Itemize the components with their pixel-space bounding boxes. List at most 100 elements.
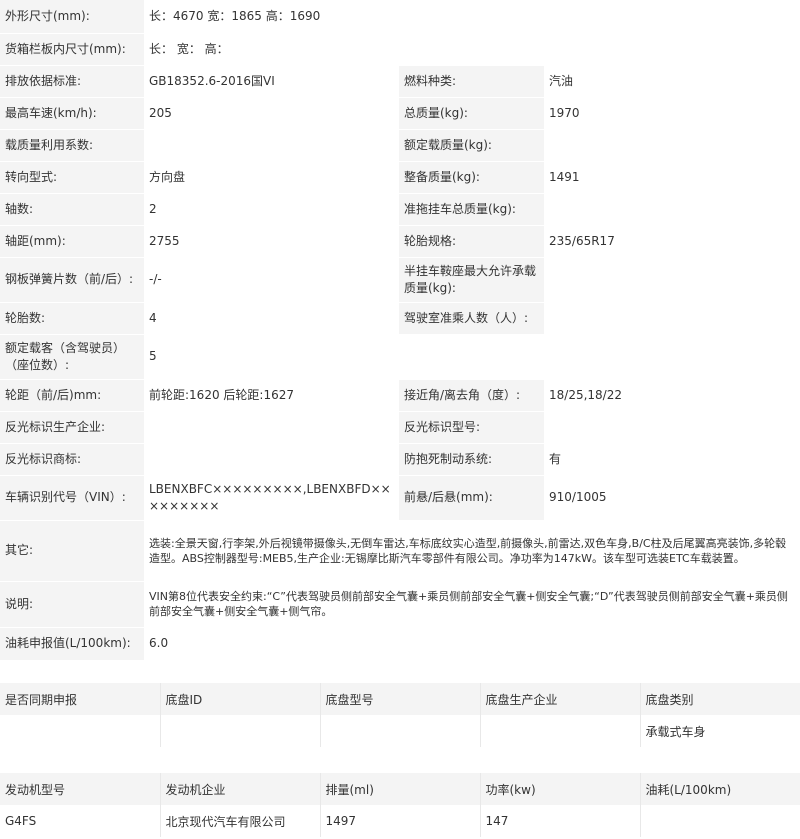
- chassis-header-id: 底盘ID: [160, 683, 321, 715]
- other-value: 选装:全景天窗,行李架,外后视镜带摄像头,无倒车雷达,车标底纹实心造型,前摄像头…: [144, 520, 800, 582]
- track-value: 前轮距:1620 后轮距:1627: [144, 379, 399, 412]
- reflector-model-label: 反光标识型号:: [399, 411, 544, 444]
- track-label: 轮距（前/后)mm:: [0, 379, 144, 412]
- curb-mass-label: 整备质量(kg):: [399, 161, 544, 194]
- engine-header-model: 发动机型号: [0, 773, 161, 805]
- wheelbase-label: 轴距(mm):: [0, 225, 144, 258]
- spec-row-tire-count: 轮胎数: 4 驾驶室准乘人数（人）:: [0, 302, 800, 335]
- tire-spec-value: 235/65R17: [544, 225, 800, 258]
- angles-value: 18/25,18/22: [544, 379, 800, 412]
- chassis-cell-concurrent: [0, 715, 161, 747]
- tire-count-value: 4: [144, 302, 399, 335]
- spec-row-reflector-brand: 反光标识商标: 防抱死制动系统: 有: [0, 443, 800, 476]
- cab-passengers-value: [544, 302, 800, 335]
- chassis-header-row: 是否同期申报 底盘ID 底盘型号 底盘生产企业 底盘类别: [0, 683, 800, 715]
- trailer-mass-value: [544, 193, 800, 226]
- emission-label: 排放依据标准:: [0, 65, 144, 98]
- axles-value: 2: [144, 193, 399, 226]
- spec-row-rated-passengers: 额定载客（含驾驶员）（座位数）: 5: [0, 334, 800, 380]
- leaf-spring-value: -/-: [144, 257, 399, 303]
- engine-cell-displacement: 1497: [320, 805, 481, 837]
- rated-passengers-value: 5: [144, 334, 800, 380]
- reflector-maker-value: [144, 411, 399, 444]
- reflector-model-value: [544, 411, 800, 444]
- dimensions-label: 外形尺寸(mm):: [0, 0, 144, 34]
- other-label: 其它:: [0, 520, 144, 582]
- engine-header-maker: 发动机企业: [160, 773, 321, 805]
- vin-value: LBENXBFC×××××××××,LBENXBFD×××××××××: [144, 475, 399, 521]
- chassis-cell-id: [160, 715, 321, 747]
- max-speed-value: 205: [144, 97, 399, 130]
- curb-mass-value: 1491: [544, 161, 800, 194]
- overhang-label: 前悬/后悬(mm):: [399, 475, 544, 521]
- chassis-cell-model: [320, 715, 481, 747]
- spec-row-dimensions: 外形尺寸(mm): 长：4670 宽：1865 高：1690: [0, 0, 800, 34]
- spec-row-load-util: 载质量利用系数: 额定载质量(kg):: [0, 129, 800, 162]
- load-util-value: [144, 129, 399, 162]
- chassis-header-model: 底盘型号: [320, 683, 481, 715]
- engine-cell-maker: 北京现代汽车有限公司: [160, 805, 321, 837]
- leaf-spring-label: 钢板弹簧片数（前/后）:: [0, 257, 144, 303]
- engine-header-power: 功率(kw): [480, 773, 641, 805]
- chassis-header-maker: 底盘生产企业: [480, 683, 641, 715]
- rated-load-label: 额定载质量(kg):: [399, 129, 544, 162]
- rated-passengers-label: 额定载客（含驾驶员）（座位数）:: [0, 334, 144, 380]
- saddle-load-label: 半挂车鞍座最大允许承载质量(kg):: [399, 257, 544, 303]
- steering-value: 方向盘: [144, 161, 399, 194]
- emission-value: GB18352.6-2016国VI: [144, 65, 399, 98]
- engine-header-row: 发动机型号 发动机企业 排量(ml) 功率(kw) 油耗(L/100km): [0, 773, 800, 805]
- spec-row-axles: 轴数: 2 准拖挂车总质量(kg):: [0, 193, 800, 226]
- chassis-header-type: 底盘类别: [640, 683, 800, 715]
- fuel-type-value: 汽油: [544, 65, 800, 98]
- cargo-box-label: 货箱栏板内尺寸(mm):: [0, 33, 144, 66]
- cargo-box-value: 长： 宽： 高：: [144, 33, 800, 66]
- dimensions-value: 长：4670 宽：1865 高：1690: [144, 0, 800, 34]
- wheelbase-value: 2755: [144, 225, 399, 258]
- abs-label: 防抱死制动系统:: [399, 443, 544, 476]
- angles-label: 接近角/离去角（度）:: [399, 379, 544, 412]
- tire-spec-label: 轮胎规格:: [399, 225, 544, 258]
- spec-row-leaf-spring: 钢板弹簧片数（前/后）: -/- 半挂车鞍座最大允许承载质量(kg):: [0, 257, 800, 303]
- total-mass-label: 总质量(kg):: [399, 97, 544, 130]
- chassis-cell-type: 承载式车身: [640, 715, 800, 747]
- note-label: 说明:: [0, 581, 144, 628]
- fuel-consumption-value: 6.0: [144, 627, 800, 661]
- chassis-table: 是否同期申报 底盘ID 底盘型号 底盘生产企业 底盘类别 承载式车身: [0, 683, 800, 747]
- max-speed-label: 最高车速(km/h):: [0, 97, 144, 130]
- steering-label: 转向型式:: [0, 161, 144, 194]
- spec-row-cargo-box: 货箱栏板内尺寸(mm): 长： 宽： 高：: [0, 33, 800, 66]
- spec-row-emission: 排放依据标准: GB18352.6-2016国VI 燃料种类: 汽油: [0, 65, 800, 98]
- rated-load-value: [544, 129, 800, 162]
- vehicle-spec-table: 外形尺寸(mm): 长：4670 宽：1865 高：1690 货箱栏板内尺寸(m…: [0, 0, 800, 661]
- overhang-value: 910/1005: [544, 475, 800, 521]
- engine-header-consumption: 油耗(L/100km): [640, 773, 800, 805]
- note-value: VIN第8位代表安全约束:“C”代表驾驶员侧前部安全气囊+乘员侧前部安全气囊+侧…: [144, 581, 800, 628]
- engine-cell-model: G4FS: [0, 805, 161, 837]
- chassis-header-concurrent: 是否同期申报: [0, 683, 161, 715]
- fuel-consumption-label: 油耗申报值(L/100km):: [0, 627, 144, 661]
- axles-label: 轴数:: [0, 193, 144, 226]
- spec-row-other: 其它: 选装:全景天窗,行李架,外后视镜带摄像头,无倒车雷达,车标底纹实心造型,…: [0, 520, 800, 582]
- table-row: 承载式车身: [0, 715, 800, 747]
- table-row: G4FS 北京现代汽车有限公司 1497 147: [0, 805, 800, 837]
- reflector-brand-label: 反光标识商标:: [0, 443, 144, 476]
- engine-table: 发动机型号 发动机企业 排量(ml) 功率(kw) 油耗(L/100km) G4…: [0, 773, 800, 837]
- chassis-cell-maker: [480, 715, 641, 747]
- spec-row-vin: 车辆识别代号（VIN）: LBENXBFC×××××××××,LBENXBFD×…: [0, 475, 800, 521]
- fuel-type-label: 燃料种类:: [399, 65, 544, 98]
- spec-row-steering: 转向型式: 方向盘 整备质量(kg): 1491: [0, 161, 800, 194]
- engine-cell-power: 147: [480, 805, 641, 837]
- trailer-mass-label: 准拖挂车总质量(kg):: [399, 193, 544, 226]
- total-mass-value: 1970: [544, 97, 800, 130]
- load-util-label: 载质量利用系数:: [0, 129, 144, 162]
- spec-row-track: 轮距（前/后)mm: 前轮距:1620 后轮距:1627 接近角/离去角（度）:…: [0, 379, 800, 412]
- vin-label: 车辆识别代号（VIN）:: [0, 475, 144, 521]
- abs-value: 有: [544, 443, 800, 476]
- spec-row-fuel-consumption: 油耗申报值(L/100km): 6.0: [0, 627, 800, 661]
- saddle-load-value: [544, 257, 800, 303]
- spec-row-reflector: 反光标识生产企业: 反光标识型号:: [0, 411, 800, 444]
- engine-cell-consumption: [640, 805, 800, 837]
- spec-row-max-speed: 最高车速(km/h): 205 总质量(kg): 1970: [0, 97, 800, 130]
- engine-header-displacement: 排量(ml): [320, 773, 481, 805]
- reflector-maker-label: 反光标识生产企业:: [0, 411, 144, 444]
